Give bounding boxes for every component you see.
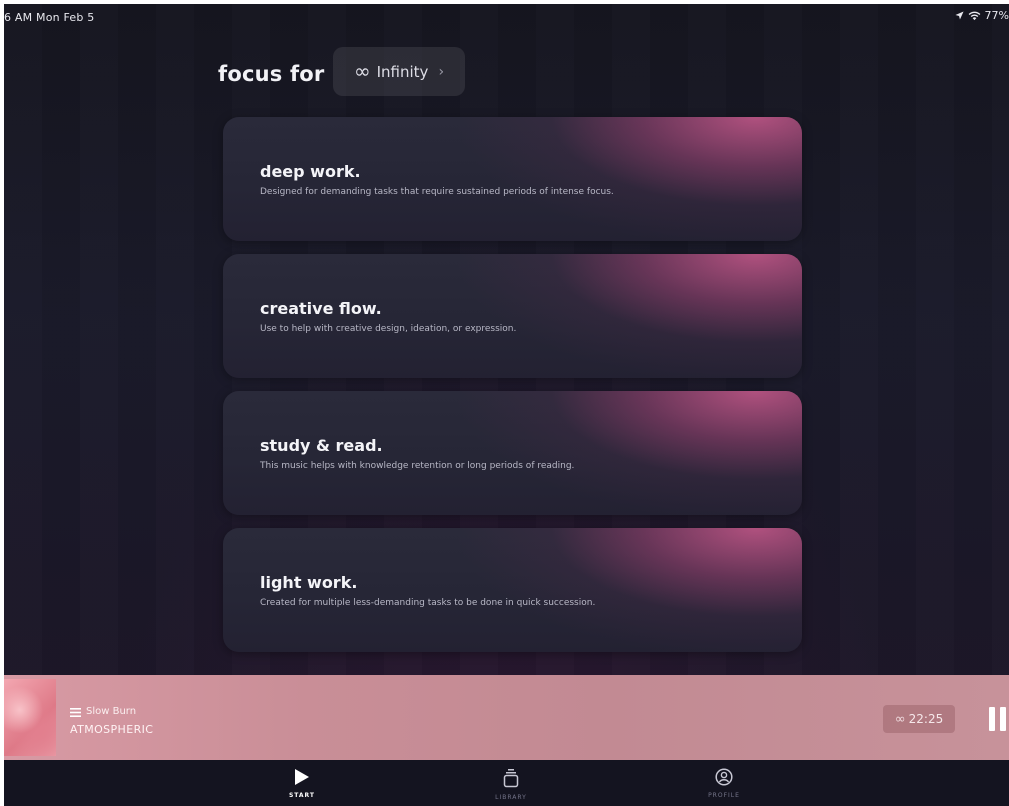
location-icon	[954, 11, 964, 20]
library-icon	[503, 769, 519, 788]
mode-card-description: Use to help with creative design, ideati…	[260, 324, 517, 334]
mode-card-study-read[interactable]: study & read. This music helps with know…	[223, 391, 802, 515]
infinity-icon: ∞	[353, 58, 371, 83]
now-playing-bar[interactable]: Slow Burn ATMOSPHERIC ∞ 22:25	[4, 675, 1009, 760]
wifi-icon	[968, 11, 981, 21]
pause-button[interactable]	[987, 706, 1009, 732]
tab-start[interactable]: START	[267, 768, 337, 799]
status-bar: 6 AM Mon Feb 5 77%	[4, 4, 1009, 30]
mode-card-title: study & read.	[260, 436, 383, 455]
session-timer-value: 22:25	[908, 712, 944, 726]
status-indicators: 77%	[954, 9, 1009, 22]
tab-label: LIBRARY	[495, 794, 527, 801]
tab-library[interactable]: LIBRARY	[476, 768, 546, 801]
status-time: 6 AM Mon Feb 5	[4, 11, 95, 24]
album-artwork[interactable]	[4, 679, 56, 756]
page-title: focus for	[218, 62, 325, 86]
tab-bar: START LIBRARY PROFILE	[4, 760, 1009, 806]
track-name: Slow Burn	[86, 706, 137, 717]
mode-card-creative-flow[interactable]: creative flow. Use to help with creative…	[223, 254, 802, 378]
track-genre: ATMOSPHERIC	[70, 723, 154, 736]
tab-profile[interactable]: PROFILE	[689, 768, 759, 799]
mode-card-title: creative flow.	[260, 299, 382, 318]
mode-card-description: This music helps with knowledge retentio…	[260, 461, 575, 471]
mode-card-deep-work[interactable]: deep work. Designed for demanding tasks …	[223, 117, 802, 241]
profile-icon	[715, 768, 733, 786]
chevron-right-icon: ›	[438, 63, 445, 80]
mode-card-description: Created for multiple less-demanding task…	[260, 598, 596, 608]
mode-card-title: light work.	[260, 573, 358, 592]
session-timer-button[interactable]: ∞ 22:25	[883, 705, 955, 733]
mode-card-light-work[interactable]: light work. Created for multiple less-de…	[223, 528, 802, 652]
tab-label: START	[288, 792, 316, 799]
duration-selector-button[interactable]: ∞ Infinity ›	[333, 47, 465, 96]
battery-percentage: 77%	[984, 9, 1009, 22]
track-info[interactable]: Slow Burn ATMOSPHERIC	[70, 702, 153, 736]
queue-list-icon[interactable]	[70, 702, 81, 721]
play-icon	[295, 769, 309, 785]
app-screen: 6 AM Mon Feb 5 77% focus for ∞ Infinity …	[4, 4, 1009, 806]
mode-card-title: deep work.	[260, 162, 361, 181]
tab-label: PROFILE	[708, 792, 740, 799]
mode-card-description: Designed for demanding tasks that requir…	[260, 187, 614, 197]
duration-label: Infinity	[376, 62, 429, 81]
infinity-icon: ∞	[894, 711, 906, 727]
pause-icon	[989, 707, 1006, 731]
